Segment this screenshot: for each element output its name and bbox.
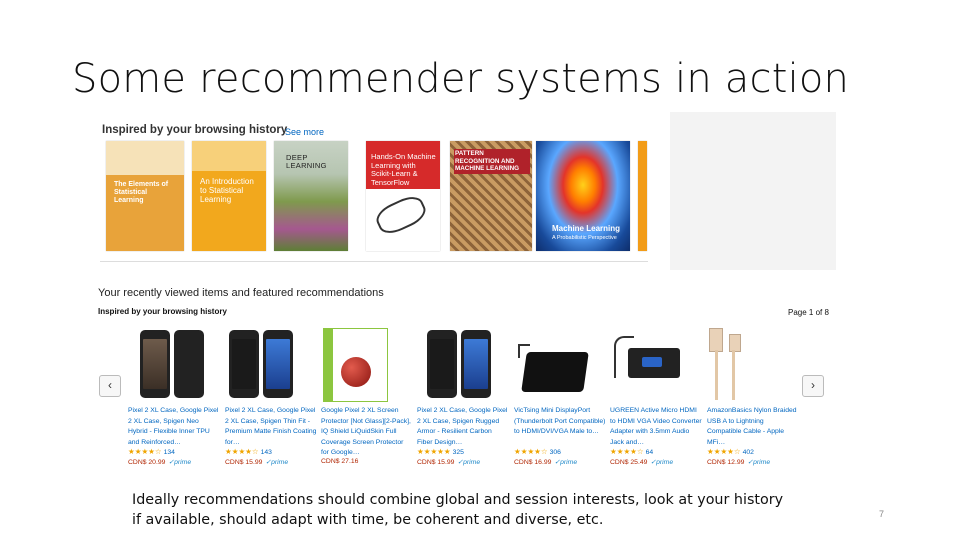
product-title[interactable]: Pixel 2 XL Case, Google Pixel 2 XL Case,… — [128, 406, 220, 448]
prime-badge: ✓prime — [554, 459, 578, 466]
product-card[interactable]: AmazonBasics Nylon Braided USB A to Ligh… — [707, 326, 799, 466]
review-count[interactable]: 143 — [261, 449, 272, 456]
slide-caption: Ideally recommendations should combine g… — [132, 490, 783, 530]
ad-placeholder — [670, 112, 836, 270]
product-title[interactable]: Google Pixel 2 XL Screen Protector [Not … — [321, 406, 413, 459]
star-icons: ★★★★☆ — [610, 447, 644, 456]
product-price-row: CDN$ 25.49 ✓prime — [610, 458, 673, 466]
product-image[interactable] — [610, 326, 702, 404]
product-price: CDN$ 27.16 — [321, 458, 359, 465]
review-count[interactable]: 306 — [550, 449, 561, 456]
star-icons: ★★★★☆ — [514, 447, 548, 456]
page-indicator: Page 1 of 8 — [788, 308, 829, 317]
book-title: The Elements of Statistical Learning — [114, 181, 169, 204]
next-button[interactable]: › — [802, 375, 824, 397]
book-cover[interactable] — [638, 141, 647, 251]
product-title[interactable]: Pixel 2 XL Case, Google Pixel 2 XL Case,… — [225, 406, 317, 448]
product-price: CDN$ 15.99 — [417, 459, 455, 466]
prime-badge: ✓prime — [747, 459, 771, 466]
product-card[interactable]: Pixel 2 XL Case, Google Pixel 2 XL Case,… — [128, 326, 220, 466]
product-title[interactable]: VicTsing Mini DisplayPort (Thunderbolt P… — [514, 406, 606, 438]
product-price-row: CDN$ 12.99 ✓prime — [707, 458, 770, 466]
caption-line: Ideally recommendations should combine g… — [132, 492, 784, 508]
star-icons: ★★★★☆ — [225, 447, 259, 456]
prime-badge: ✓prime — [457, 459, 481, 466]
product-card[interactable]: UGREEN Active Micro HDMI to HDMI VGA Vid… — [610, 326, 702, 466]
product-price-row: CDN$ 16.99 ✓prime — [514, 458, 577, 466]
product-title[interactable]: Pixel 2 XL Case, Google Pixel 2 XL Case,… — [417, 406, 509, 448]
caption-line: if available, should adapt with time, be… — [132, 512, 604, 528]
book-cover[interactable]: The Elements of Statistical Learning — [106, 141, 184, 251]
product-rating: ★★★★☆ 402 — [707, 447, 754, 456]
star-icons: ★★★★★ — [417, 447, 451, 456]
prime-badge: ✓prime — [650, 459, 674, 466]
browsing-heading: Inspired by your browsing history — [102, 124, 288, 136]
product-image[interactable] — [128, 326, 220, 404]
star-icons: ★★★★☆ — [707, 447, 741, 456]
product-price: CDN$ 16.99 — [514, 459, 552, 466]
review-count[interactable]: 325 — [453, 449, 464, 456]
see-more-link[interactable]: See more — [285, 127, 324, 137]
book-cover[interactable]: Machine Learning A Probabilistic Perspec… — [536, 141, 630, 251]
book-cover[interactable]: Hands-On Machine Learning with Scikit-Le… — [366, 141, 440, 251]
product-price: CDN$ 12.99 — [707, 459, 745, 466]
prime-badge: ✓prime — [168, 459, 192, 466]
product-image[interactable] — [321, 326, 413, 404]
product-price-row: CDN$ 15.99 ✓prime — [225, 458, 288, 466]
book-title: Hands-On Machine Learning with Scikit-Le… — [371, 152, 436, 187]
product-rating: ★★★★☆ 306 — [514, 447, 561, 456]
product-price: CDN$ 25.49 — [610, 459, 648, 466]
product-rating: ★★★★☆ 143 — [225, 447, 272, 456]
product-price: CDN$ 20.99 — [128, 459, 166, 466]
product-image[interactable] — [417, 326, 509, 404]
product-title[interactable]: AmazonBasics Nylon Braided USB A to Ligh… — [707, 406, 799, 448]
star-icons: ★★★★☆ — [128, 447, 162, 456]
book-title: Machine Learning — [552, 224, 621, 233]
product-price: CDN$ 15.99 — [225, 459, 263, 466]
book-cover[interactable]: PATTERN RECOGNITION AND MACHINE LEARNING — [450, 141, 532, 251]
product-title[interactable]: UGREEN Active Micro HDMI to HDMI VGA Vid… — [610, 406, 702, 448]
product-price-row: CDN$ 27.16 — [321, 458, 358, 465]
product-card[interactable]: Pixel 2 XL Case, Google Pixel 2 XL Case,… — [225, 326, 317, 466]
product-card[interactable]: Google Pixel 2 XL Screen Protector [Not … — [321, 326, 413, 465]
book-subtitle: A Probabilistic Perspective — [552, 235, 617, 241]
review-count[interactable]: 134 — [164, 449, 175, 456]
divider — [100, 261, 648, 262]
prime-badge: ✓prime — [265, 459, 289, 466]
recent-subheading: Inspired by your browsing history — [98, 307, 227, 316]
product-image[interactable] — [225, 326, 317, 404]
product-image[interactable] — [707, 326, 799, 404]
book-title: An Introduction to Statistical Learning — [200, 177, 254, 204]
slide-title: Some recommender systems in action — [72, 56, 850, 102]
product-card[interactable]: Pixel 2 XL Case, Google Pixel 2 XL Case,… — [417, 326, 509, 466]
product-rating: ★★★★☆ 134 — [128, 447, 175, 456]
slide-number: 7 — [879, 509, 885, 519]
product-image[interactable] — [514, 326, 606, 404]
product-price-row: CDN$ 20.99 ✓prime — [128, 458, 191, 466]
book-title: DEEP LEARNING — [286, 153, 327, 170]
book-cover[interactable]: An Introduction to Statistical Learning — [192, 141, 266, 251]
book-title: PATTERN RECOGNITION AND MACHINE LEARNING — [454, 149, 530, 174]
book-cover[interactable]: DEEP LEARNING — [274, 141, 348, 251]
prev-button[interactable]: ‹ — [99, 375, 121, 397]
product-price-row: CDN$ 15.99 ✓prime — [417, 458, 480, 466]
review-count[interactable]: 64 — [646, 449, 654, 456]
recent-heading: Your recently viewed items and featured … — [98, 287, 384, 299]
review-count[interactable]: 402 — [743, 449, 754, 456]
product-rating: ★★★★☆ 64 — [610, 447, 653, 456]
product-rating: ★★★★★ 325 — [417, 447, 464, 456]
product-card[interactable]: VicTsing Mini DisplayPort (Thunderbolt P… — [514, 326, 606, 466]
